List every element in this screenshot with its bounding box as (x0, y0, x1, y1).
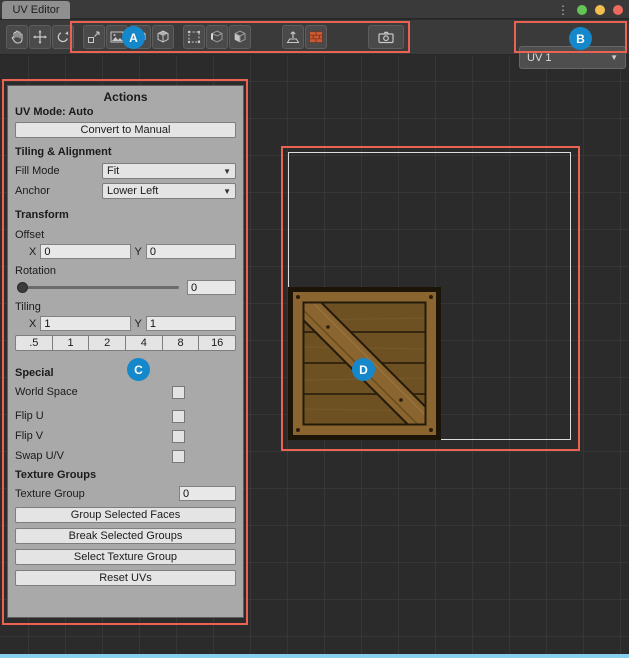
fill-mode-value: Fit (107, 165, 119, 177)
traffic-light-yellow[interactable] (595, 5, 605, 15)
annotation-marker-b: B (569, 27, 592, 50)
group-selected-faces-button[interactable]: Group Selected Faces (15, 507, 236, 523)
annotation-marker-c: C (127, 358, 150, 381)
cube-uv-alt-button[interactable] (152, 25, 174, 49)
select-vertex-button[interactable] (183, 25, 205, 49)
texture-groups-header: Texture Groups (15, 469, 236, 483)
transform-header: Transform (15, 209, 236, 223)
fill-mode-dropdown[interactable]: Fit ▼ (102, 163, 236, 179)
traffic-light-green[interactable] (577, 5, 587, 15)
annotation-marker-d: D (352, 358, 375, 381)
pan-hand-tool-button[interactable] (6, 25, 28, 49)
anchor-value: Lower Left (107, 185, 158, 197)
toolbar: UV 1 ▼ (0, 20, 629, 55)
world-space-checkbox[interactable] (172, 386, 185, 399)
flip-u-label: Flip U (15, 410, 44, 422)
tiling-preset-8-button[interactable]: 8 (162, 335, 200, 351)
traffic-light-red[interactable] (613, 5, 623, 15)
chevron-down-icon: ▼ (223, 167, 231, 176)
fill-mode-label: Fill Mode (15, 165, 102, 177)
tiling-y-input[interactable] (146, 316, 236, 331)
rotation-row (15, 280, 236, 295)
rotation-slider[interactable] (17, 286, 179, 289)
rotation-label: Rotation (15, 265, 236, 278)
panel-title: Actions (15, 90, 236, 104)
bottom-accent-bar (0, 654, 629, 658)
chevron-down-icon: ▼ (223, 187, 231, 196)
chevron-down-icon: ▼ (610, 53, 618, 62)
reset-uvs-button[interactable]: Reset UVs (15, 570, 236, 586)
flip-v-checkbox[interactable] (172, 430, 185, 443)
anchor-label: Anchor (15, 185, 102, 197)
tiling-x-label: X (29, 318, 36, 330)
convert-to-manual-button[interactable]: Convert to Manual (15, 122, 236, 138)
world-space-row: World Space (15, 385, 185, 399)
tiling-preset-2-button[interactable]: 2 (88, 335, 126, 351)
swap-uv-row: Swap U/V (15, 449, 185, 463)
swap-uv-label: Swap U/V (15, 450, 64, 462)
flip-u-row: Flip U (15, 409, 185, 423)
uv-mode-label: UV Mode: Auto (15, 106, 236, 120)
uv-channel-value: UV 1 (527, 52, 551, 64)
menu-dots-icon[interactable]: ⋮ (557, 4, 569, 16)
offset-y-input[interactable] (146, 244, 236, 259)
fill-mode-row: Fill Mode Fit ▼ (15, 163, 236, 179)
select-edge-button[interactable] (206, 25, 228, 49)
tiling-label: Tiling (15, 301, 236, 314)
move-tool-button[interactable] (29, 25, 51, 49)
flip-v-row: Flip V (15, 429, 185, 443)
render-camera-button[interactable] (368, 25, 404, 49)
tiling-preset-4-button[interactable]: 4 (125, 335, 163, 351)
rotate-tool-button[interactable] (52, 25, 74, 49)
tiling-x-input[interactable] (40, 316, 130, 331)
flip-u-checkbox[interactable] (172, 410, 185, 423)
flip-v-label: Flip V (15, 430, 43, 442)
offset-y-label: Y (135, 246, 142, 258)
tiling-preset-16-button[interactable]: 16 (198, 335, 236, 351)
uv-channel-dropdown[interactable]: UV 1 ▼ (519, 46, 626, 69)
tiling-row: X Y (15, 316, 236, 331)
texture-group-row: Texture Group (15, 486, 236, 501)
titlebar: UV Editor ⋮ (0, 0, 629, 19)
tiling-alignment-header: Tiling & Alignment (15, 146, 236, 160)
tiling-preset-05-button[interactable]: .5 (15, 335, 53, 351)
texture-group-input[interactable] (179, 486, 236, 501)
project-uv-button[interactable] (282, 25, 304, 49)
actions-panel: Actions UV Mode: Auto Convert to Manual … (7, 85, 244, 618)
tiling-y-label: Y (135, 318, 142, 330)
offset-label: Offset (15, 229, 236, 242)
anchor-dropdown[interactable]: Lower Left ▼ (102, 183, 236, 199)
world-space-label: World Space (15, 386, 78, 398)
rotation-slider-knob[interactable] (17, 282, 28, 293)
annotation-marker-a: A (122, 26, 145, 49)
break-selected-groups-button[interactable]: Break Selected Groups (15, 528, 236, 544)
anchor-row: Anchor Lower Left ▼ (15, 183, 236, 199)
swap-uv-checkbox[interactable] (172, 450, 185, 463)
scale-tool-button[interactable] (83, 25, 105, 49)
tiling-presets-row: .5 1 2 4 8 16 (15, 335, 236, 351)
special-header: Special (15, 367, 236, 381)
select-face-button[interactable] (229, 25, 251, 49)
tab-label: UV Editor (12, 4, 59, 16)
offset-x-input[interactable] (40, 244, 130, 259)
texture-bricks-button[interactable] (305, 25, 327, 49)
uv-editor-tab[interactable]: UV Editor (2, 1, 70, 19)
titlebar-controls: ⋮ (557, 0, 623, 19)
offset-x-label: X (29, 246, 36, 258)
select-texture-group-button[interactable]: Select Texture Group (15, 549, 236, 565)
tiling-preset-1-button[interactable]: 1 (52, 335, 90, 351)
uv-editor-window: UV Editor ⋮ (0, 0, 629, 658)
rotation-input[interactable] (187, 280, 236, 295)
offset-row: X Y (15, 244, 236, 259)
texture-group-label: Texture Group (15, 488, 179, 500)
